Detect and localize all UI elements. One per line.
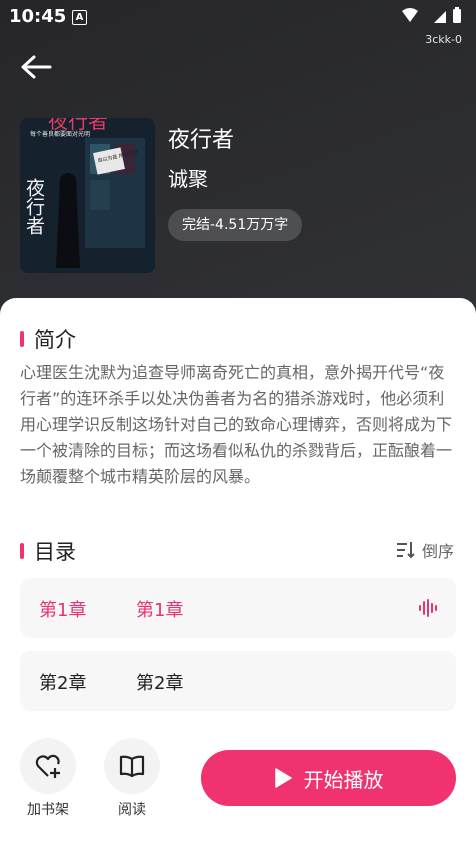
device-tag: 3ckk-0 [425, 33, 462, 46]
catalog-title: 目录 [34, 540, 76, 564]
chapter-name: 第1章 [136, 600, 184, 621]
intro-header: 简介 [20, 324, 76, 354]
chapter-name: 第2章 [136, 673, 184, 694]
sort-toggle-button[interactable]: 倒序 [396, 538, 454, 562]
chapter-item[interactable]: 第2章 第2章 [20, 651, 456, 711]
cover-art: 自以为是 所以无罪 夜行者 每个善良都要面对光明 夜行者 [20, 118, 155, 273]
system-status-icons [402, 7, 461, 23]
start-play-button[interactable]: 开始播放 [201, 750, 456, 806]
status-bar: 10:45 A [0, 0, 476, 32]
audio-wave-icon [419, 599, 437, 617]
heart-plus-icon [35, 754, 60, 778]
chapter-number: 第1章 [39, 600, 87, 621]
read-button[interactable] [104, 738, 160, 794]
add-to-shelf-label: 加书架 [27, 802, 69, 818]
book-open-icon [119, 755, 145, 778]
cover-vertical-title: 夜行者 [23, 178, 45, 235]
book-status-badge: 完结-4.51万万字 [168, 209, 303, 241]
back-button[interactable] [18, 52, 54, 82]
start-play-label: 开始播放 [303, 767, 384, 792]
book-cover: 自以为是 所以无罪 夜行者 每个善良都要面对光明 夜行者 [20, 118, 155, 273]
read-label: 阅读 [118, 802, 146, 818]
chapter-item[interactable]: 第1章 第1章 [20, 578, 456, 638]
chapter-number: 第2章 [39, 673, 87, 694]
play-icon [274, 768, 292, 788]
section-marker [20, 543, 24, 559]
clock: 10:45 [9, 6, 67, 27]
book-author: 诚聚 [168, 167, 208, 191]
catalog-header: 目录 [20, 536, 76, 566]
section-marker [20, 331, 24, 347]
sort-desc-icon [396, 542, 415, 559]
arrow-left-icon [21, 55, 52, 79]
intro-text[interactable]: 心理医生沈默为追查导师离奇死亡的真相，意外揭开代号“夜行者”的连环杀手以处决伪善… [20, 360, 458, 490]
sort-label: 倒序 [421, 542, 454, 561]
book-title: 夜行者 [168, 128, 235, 153]
notification-a-icon: A [72, 10, 87, 25]
intro-title: 简介 [34, 328, 76, 352]
cover-subtitle-art: 每个善良都要面对光明 [30, 130, 90, 138]
add-to-shelf-button[interactable] [20, 738, 76, 794]
